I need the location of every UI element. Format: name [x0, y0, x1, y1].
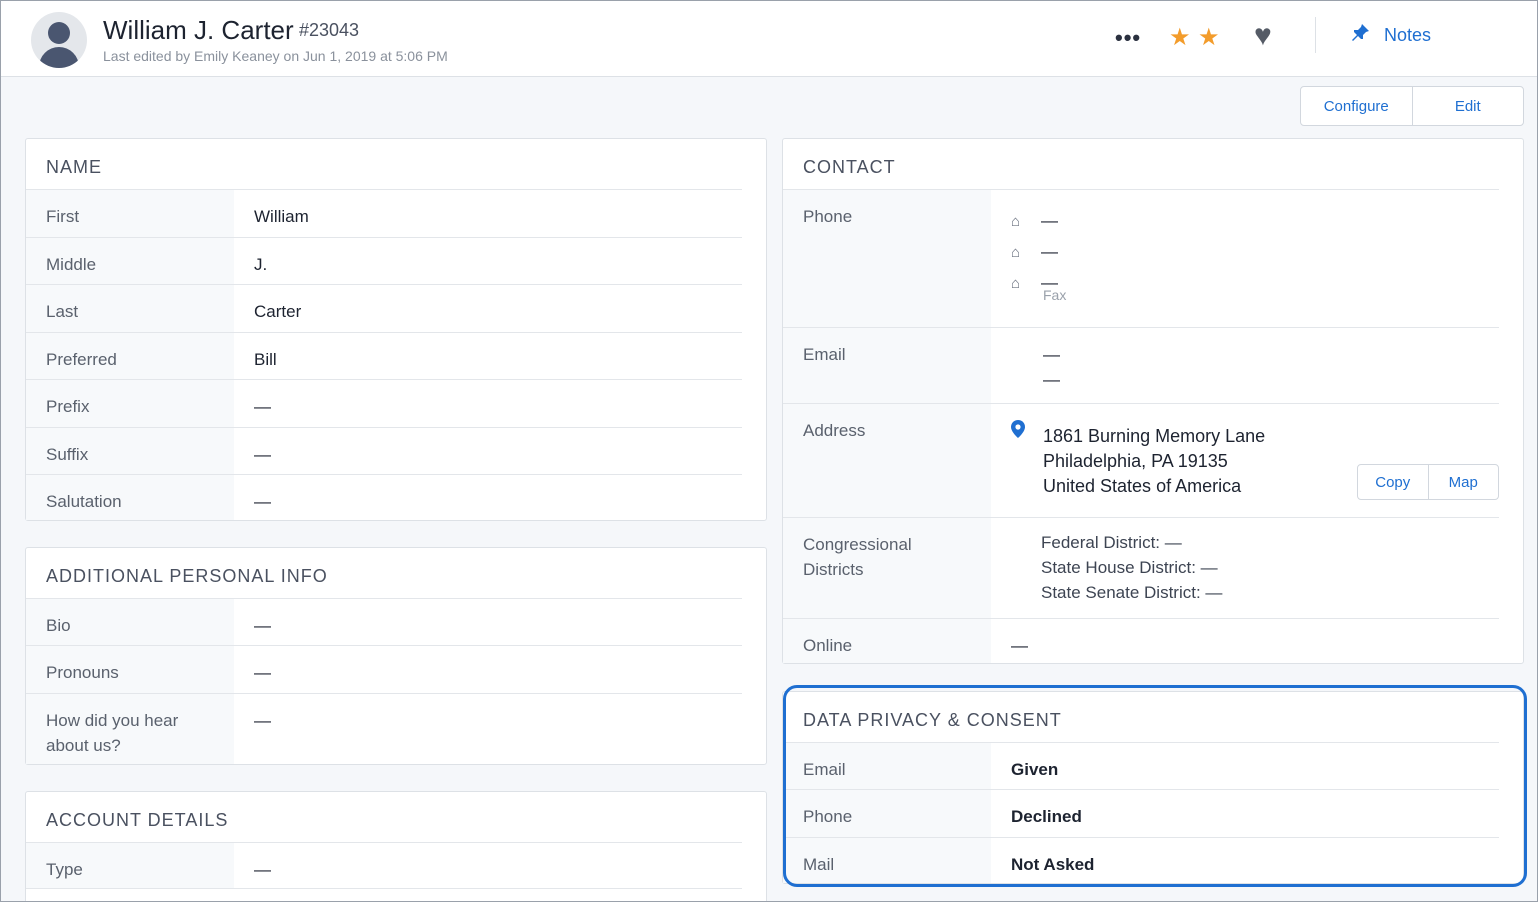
online-row: Online — — [783, 618, 1499, 663]
record-actions: Configure Edit — [1300, 86, 1524, 126]
address-line: United States of America — [1043, 476, 1242, 496]
field-value: — — [254, 711, 271, 730]
edit-button[interactable]: Edit — [1411, 87, 1524, 125]
star-icon[interactable]: ★ — [1169, 23, 1191, 52]
field-row: Bio — — [26, 598, 742, 645]
federal-district: Federal District: — — [1041, 533, 1182, 552]
panel-title: CONTACT — [803, 157, 896, 177]
field-row: First William — [26, 189, 742, 237]
email-entry: — — [1043, 345, 1060, 364]
consent-status: Given — [1011, 760, 1059, 779]
field-label: Email — [803, 345, 846, 364]
address-row: Address 1861 Burning Memory Lane Philade… — [783, 403, 1499, 517]
field-row: Salutation — — [26, 474, 742, 520]
copy-address-button[interactable]: Copy — [1358, 465, 1428, 499]
state-senate-district: State Senate District: — — [1041, 583, 1223, 602]
panel-title: NAME — [46, 157, 103, 177]
field-value: — — [254, 860, 271, 879]
field-value: J. — [254, 255, 268, 274]
consent-row: Mail Not Asked — [783, 837, 1499, 883]
header-divider — [1315, 17, 1316, 53]
fax-label: Fax — [1043, 287, 1067, 303]
field-label: Salutation — [46, 492, 122, 511]
field-label: First — [46, 207, 80, 226]
field-label: Address — [803, 421, 866, 440]
email-entry: — — [1043, 370, 1060, 389]
field-label: Type — [46, 860, 83, 879]
field-label: Preferred — [46, 350, 117, 369]
star-icon[interactable]: ★ — [1198, 23, 1220, 52]
address-line: Philadelphia, PA 19135 — [1043, 451, 1228, 471]
home-icon: ⌂ — [1011, 275, 1021, 292]
field-row: Suffix — — [26, 427, 742, 474]
account-details-panel: ACCOUNT DETAILS Type — — [25, 791, 767, 901]
phone-entry: ⌂ — — [1011, 206, 1058, 237]
field-row: Prefix — — [26, 379, 742, 427]
field-value: — — [254, 492, 271, 511]
districts-row: Congressional Districts Federal District… — [783, 517, 1499, 618]
last-edited-text: Last edited by Emily Keaney on Jun 1, 20… — [103, 48, 448, 64]
consent-row: Email Given — [783, 742, 1499, 789]
panel-title: ACCOUNT DETAILS — [46, 810, 229, 830]
field-row: Last Carter — [26, 284, 742, 332]
contact-panel: CONTACT Phone ⌂ — ⌂ — ⌂ — Fax Email — — Add… — [782, 138, 1524, 664]
field-row: Pronouns — — [26, 645, 742, 693]
field-row: Type — — [26, 842, 742, 889]
field-label: Middle — [46, 255, 97, 274]
panel-title: DATA PRIVACY & CONSENT — [803, 710, 1062, 730]
field-label: Pronouns — [46, 663, 119, 682]
field-value: — — [1011, 636, 1028, 655]
home-icon: ⌂ — [1011, 213, 1021, 230]
additional-info-panel: ADDITIONAL PERSONAL INFO Bio — Pronouns … — [25, 547, 767, 765]
address-line: 1861 Burning Memory Lane — [1043, 426, 1266, 446]
map-button[interactable]: Map — [1427, 465, 1499, 499]
email-row: Email — — — [783, 327, 1499, 403]
field-value: — — [254, 663, 271, 682]
configure-button[interactable]: Configure — [1301, 87, 1412, 125]
state-house-district: State House District: — — [1041, 558, 1218, 577]
field-label: Phone — [803, 807, 853, 826]
ellipsis-icon[interactable]: ••• — [1115, 25, 1141, 51]
field-label: Last — [46, 302, 79, 321]
field-label: How did you hear about us? — [46, 711, 179, 755]
field-label: Online — [803, 636, 853, 655]
record-header: William J. Carter #23043 Last edited by … — [1, 1, 1537, 77]
phone-row: Phone ⌂ — ⌂ — ⌂ — Fax — [783, 189, 1499, 327]
heart-icon[interactable]: ♥ — [1254, 19, 1272, 53]
field-label: Bio — [46, 616, 71, 635]
field-row: Preferred Bill — [26, 332, 742, 379]
field-value: William — [254, 207, 309, 226]
avatar — [31, 12, 87, 68]
pin-icon[interactable] — [1351, 23, 1371, 48]
consent-status: Declined — [1011, 807, 1082, 826]
phone-entry: ⌂ — — [1011, 237, 1058, 268]
field-row: Middle J. — [26, 237, 742, 284]
field-label: Email — [803, 760, 846, 779]
map-pin-icon — [1011, 420, 1025, 443]
record-page: William J. Carter #23043 Last edited by … — [0, 0, 1538, 902]
consent-status: Not Asked — [1011, 855, 1095, 874]
page-title: William J. Carter — [103, 15, 294, 45]
field-value: Carter — [254, 302, 302, 321]
notes-button[interactable]: Notes — [1384, 25, 1431, 46]
panel-title: ADDITIONAL PERSONAL INFO — [46, 566, 328, 586]
address-actions: Copy Map — [1357, 464, 1499, 500]
privacy-consent-panel: DATA PRIVACY & CONSENT Email Given Phone… — [782, 691, 1524, 884]
home-icon: ⌂ — [1011, 244, 1021, 261]
field-value: — — [254, 616, 271, 635]
record-id: #23043 — [299, 20, 360, 40]
field-value: — — [254, 445, 271, 464]
field-label: Suffix — [46, 445, 89, 464]
name-panel: NAME First William Middle J. Last Carter… — [25, 138, 767, 521]
field-label: Mail — [803, 855, 835, 874]
field-value: Bill — [254, 350, 277, 369]
field-label: Phone — [803, 207, 853, 226]
field-row: How did you hear about us? — — [26, 693, 742, 764]
field-value: — — [254, 397, 271, 416]
consent-row: Phone Declined — [783, 789, 1499, 837]
field-label: Congressional Districts — [803, 535, 912, 579]
field-label: Prefix — [46, 397, 90, 416]
